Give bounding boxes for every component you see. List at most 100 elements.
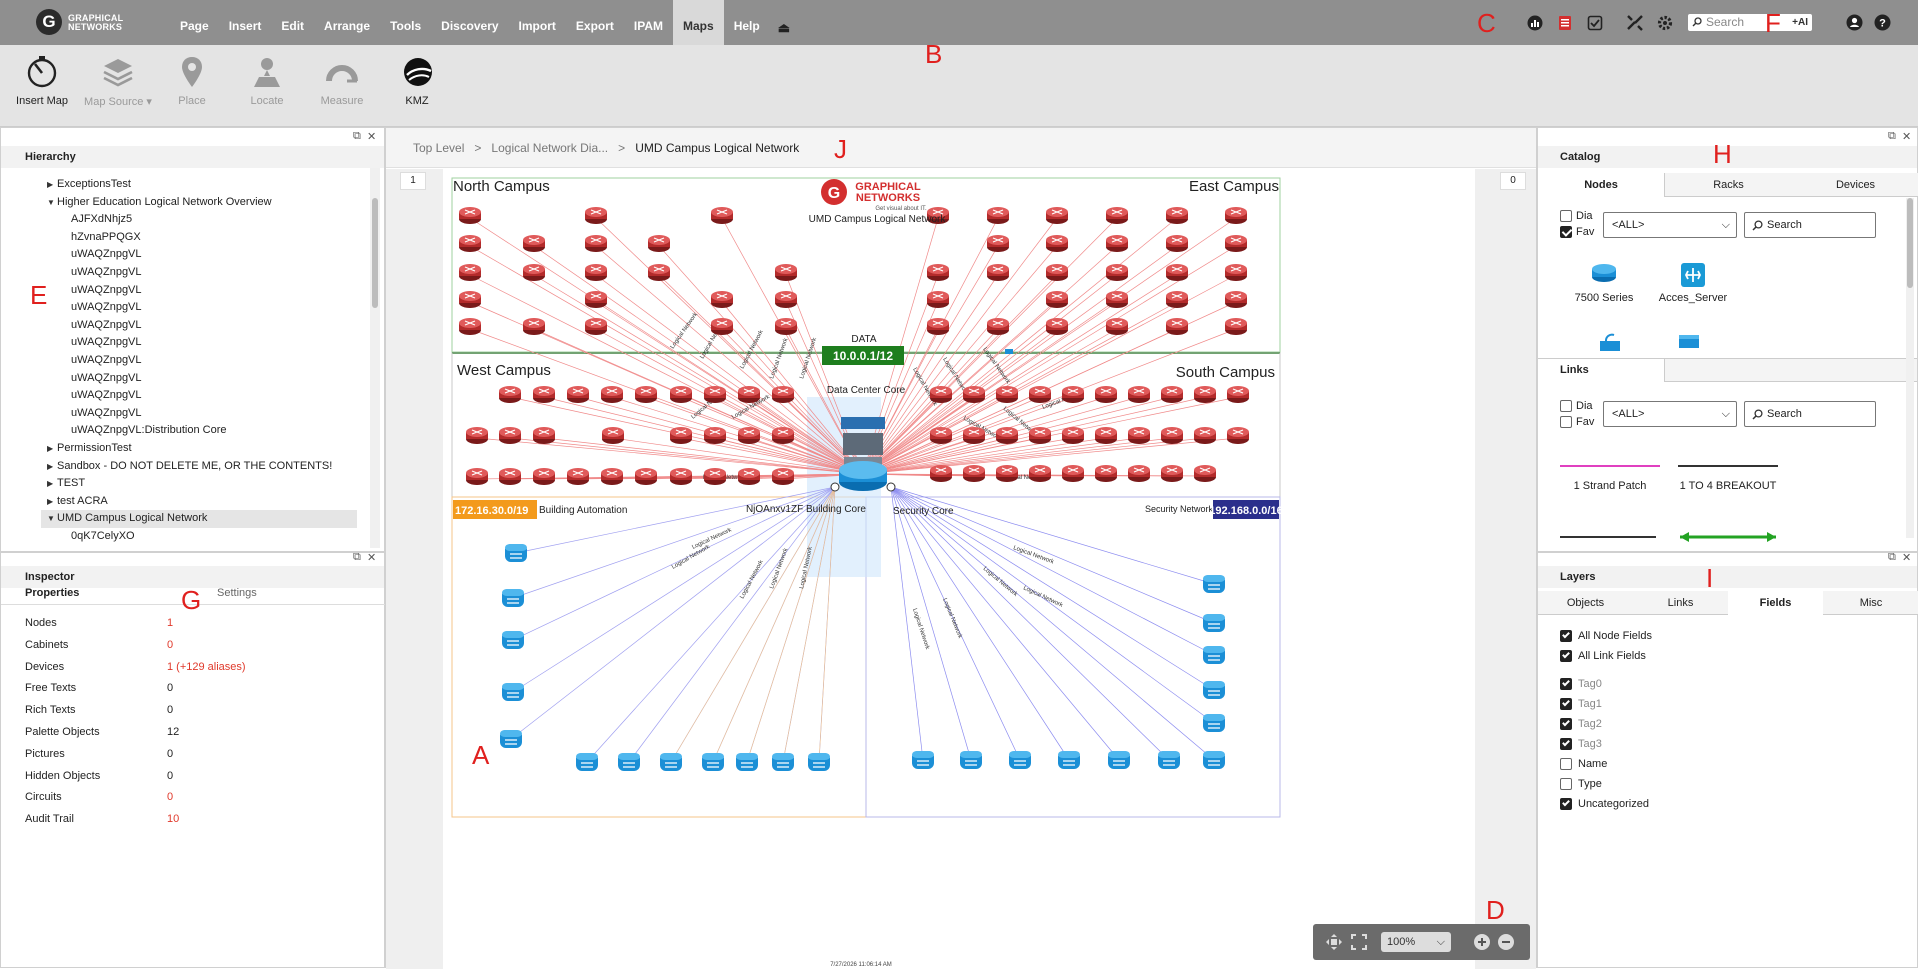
router-node[interactable]: [1194, 386, 1216, 403]
router-node[interactable]: [648, 264, 670, 281]
menu-help[interactable]: Help: [724, 0, 770, 45]
router-node[interactable]: [1046, 318, 1068, 335]
collapse-ribbon-icon[interactable]: ⏏: [770, 0, 798, 45]
router-node[interactable]: [927, 264, 949, 281]
ai-button[interactable]: +AI: [1792, 14, 1808, 31]
link-filter-select[interactable]: <ALL> ⌵: [1603, 401, 1737, 427]
tree-item[interactable]: uWAQZnpgVL: [1, 370, 361, 388]
router-node[interactable]: [987, 318, 1009, 335]
router-node[interactable]: [772, 468, 794, 485]
router-node[interactable]: [523, 264, 545, 281]
router-node[interactable]: [704, 468, 726, 485]
router-node[interactable]: [523, 235, 545, 252]
router-node[interactable]: [459, 318, 481, 335]
menu-maps[interactable]: Maps: [673, 0, 724, 45]
report-icon[interactable]: [1554, 12, 1576, 34]
switch-node[interactable]: [1203, 575, 1225, 593]
tab-objects[interactable]: Objects: [1538, 591, 1633, 615]
switch-node[interactable]: [808, 753, 830, 771]
help-icon[interactable]: ?: [1874, 14, 1891, 34]
link-search-button[interactable]: Search: [1744, 401, 1876, 427]
kmz-button[interactable]: KMZ: [402, 55, 432, 107]
layer-field-checkbox[interactable]: Tag3: [1560, 738, 1602, 750]
router-node[interactable]: [499, 427, 521, 444]
switch-node[interactable]: [772, 753, 794, 771]
router-node[interactable]: [533, 468, 555, 485]
node-search-button[interactable]: Search: [1744, 212, 1876, 238]
menu-import[interactable]: Import: [509, 0, 566, 45]
panel-popout-icon[interactable]: ⧉: [1888, 130, 1896, 143]
router-node[interactable]: [738, 468, 760, 485]
router-node[interactable]: [533, 427, 555, 444]
tab-devices[interactable]: Devices: [1792, 173, 1918, 197]
router-node[interactable]: [670, 386, 692, 403]
router-node[interactable]: [711, 207, 733, 224]
router-node[interactable]: [670, 468, 692, 485]
router-node[interactable]: [1166, 235, 1188, 252]
breadcrumb-top-level[interactable]: Top Level: [413, 141, 464, 155]
router-node[interactable]: [466, 468, 488, 485]
router-node[interactable]: [1046, 291, 1068, 308]
link-item-bidirectional[interactable]: [1678, 531, 1778, 543]
panel-close-icon[interactable]: ✕: [367, 551, 376, 564]
router-node[interactable]: [585, 264, 607, 281]
switch-node[interactable]: [1203, 681, 1225, 699]
zoom-in-icon[interactable]: [1473, 933, 1491, 951]
router-node[interactable]: [585, 318, 607, 335]
router-node[interactable]: [1106, 264, 1128, 281]
hierarchy-scrollbar[interactable]: [370, 168, 380, 548]
tree-item[interactable]: 0qK7CelyXO: [1, 528, 361, 546]
gear-icon[interactable]: [1654, 12, 1676, 34]
router-node[interactable]: [1166, 264, 1188, 281]
router-node[interactable]: [711, 291, 733, 308]
tree-item[interactable]: ▶ TEST: [1, 475, 361, 493]
router-node[interactable]: [738, 386, 760, 403]
router-node[interactable]: [963, 386, 985, 403]
router-node[interactable]: [772, 427, 794, 444]
property-value[interactable]: 1 (+129 aliases): [167, 661, 246, 673]
tree-item[interactable]: uWAQZnpgVL:Distribution Core: [1, 422, 361, 440]
router-node[interactable]: [567, 468, 589, 485]
router-node[interactable]: [775, 264, 797, 281]
tab-fields[interactable]: Fields: [1728, 591, 1823, 615]
switch-node[interactable]: [1108, 751, 1130, 769]
switch-node[interactable]: [1203, 714, 1225, 732]
pan-icon[interactable]: [1325, 933, 1343, 951]
router-node[interactable]: [1106, 235, 1128, 252]
checklist-icon[interactable]: [1584, 12, 1606, 34]
router-node[interactable]: [459, 207, 481, 224]
tree-item[interactable]: ▶ PermissionTest: [1, 440, 361, 458]
switch-node[interactable]: [1203, 751, 1225, 769]
router-node[interactable]: [1095, 465, 1117, 482]
switch-node[interactable]: [500, 730, 522, 748]
tree-item[interactable]: ▶ Sandbox - DO NOT DELETE ME, OR THE CONT…: [1, 458, 361, 476]
expand-icon[interactable]: ▶: [47, 493, 53, 511]
router-node[interactable]: [775, 291, 797, 308]
switch-node[interactable]: [1203, 614, 1225, 632]
panel-close-icon[interactable]: ✕: [1902, 551, 1911, 564]
zoom-out-icon[interactable]: [1497, 933, 1515, 951]
router-node[interactable]: [987, 264, 1009, 281]
menu-ipam[interactable]: IPAM: [624, 0, 673, 45]
catalog-scrollbar[interactable]: [1906, 198, 1914, 538]
tree-item[interactable]: uWAQZnpgVL: [1, 264, 361, 282]
tree-item[interactable]: ▼ Higher Education Logical Network Overvi…: [1, 194, 361, 212]
property-value[interactable]: 1: [167, 617, 173, 629]
tree-item[interactable]: uWAQZnpgVL: [1, 282, 361, 300]
router-node[interactable]: [711, 318, 733, 335]
router-node[interactable]: [601, 386, 623, 403]
chart-icon[interactable]: [1524, 12, 1546, 34]
panel-popout-icon[interactable]: ⧉: [353, 130, 361, 143]
layer-field-checkbox[interactable]: Tag0: [1560, 678, 1602, 690]
layer-field-checkbox[interactable]: All Link Fields: [1560, 650, 1646, 662]
router-node[interactable]: [1062, 427, 1084, 444]
port-icon[interactable]: [830, 482, 840, 492]
router-node[interactable]: [1062, 386, 1084, 403]
collapse-icon[interactable]: ▼: [47, 510, 55, 528]
place-button[interactable]: Place: [176, 55, 208, 107]
server-icon[interactable]: [1678, 333, 1700, 349]
router-node[interactable]: [459, 264, 481, 281]
switch-node[interactable]: [505, 544, 527, 562]
router-node[interactable]: [585, 207, 607, 224]
router-node[interactable]: [987, 235, 1009, 252]
